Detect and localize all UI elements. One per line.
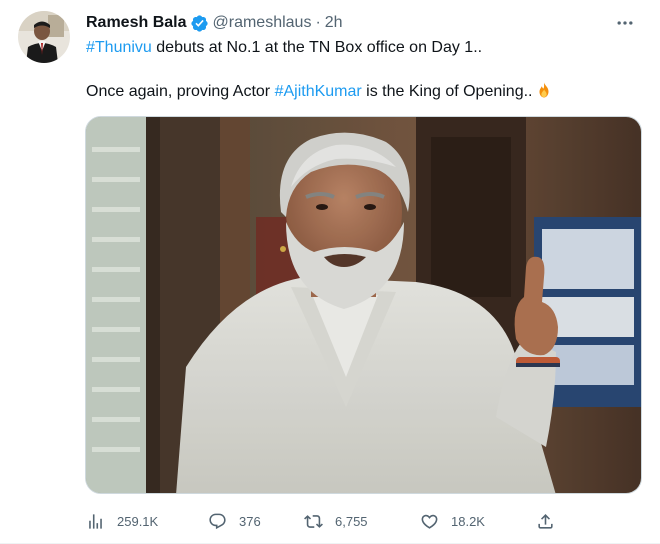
fire-emoji (535, 81, 553, 105)
author-handle[interactable]: @rameshlaus (213, 14, 312, 32)
reply-button[interactable]: 376 (208, 507, 261, 535)
hashtag-link[interactable]: #Thunivu (86, 39, 152, 56)
views-count: 259.1K (117, 513, 159, 529)
tweet-text-segment: Once again, proving Actor (86, 83, 275, 100)
tweet-card[interactable]: Ramesh Bala @rameshlaus · 2h #Thunivu de… (0, 0, 660, 544)
hashtag-link[interactable]: #AjithKumar (275, 83, 362, 100)
tweet-header: Ramesh Bala @rameshlaus · 2h (86, 12, 343, 34)
retweet-button[interactable]: 6,755 (304, 507, 368, 535)
tweet-timestamp[interactable]: 2h (325, 14, 343, 32)
tweet-text-segment: debuts at No.1 at the TN Box office on D… (151, 39, 483, 56)
tweet-media-photo[interactable] (85, 116, 642, 494)
author-name[interactable]: Ramesh Bala (86, 14, 187, 32)
tweet-text-line-1: #Thunivu debuts at No.1 at the TN Box of… (86, 38, 646, 58)
author-avatar[interactable] (18, 11, 70, 63)
more-options-icon[interactable] (614, 12, 636, 34)
tweet-text-line-2: Once again, proving Actor #AjithKumar is… (86, 81, 646, 105)
views-button[interactable]: 259.1K (86, 507, 158, 535)
verified-badge-icon (190, 14, 209, 33)
header-separator: · (315, 14, 321, 31)
tweet-text-segment: is the King of Opening.. (361, 83, 533, 100)
reply-bubble-icon (209, 513, 226, 529)
retweet-count: 6,755 (335, 513, 368, 529)
tweet-actions-bar: 259.1K 376 6,755 18.2K (86, 507, 566, 535)
like-count: 18.2K (451, 513, 485, 529)
share-button[interactable] (536, 507, 567, 535)
share-icon (538, 513, 553, 529)
like-button[interactable]: 18.2K (420, 507, 485, 535)
heart-icon (421, 514, 438, 529)
reply-count: 376 (239, 513, 261, 529)
views-chart-icon (89, 513, 102, 529)
retweet-icon (304, 514, 323, 528)
